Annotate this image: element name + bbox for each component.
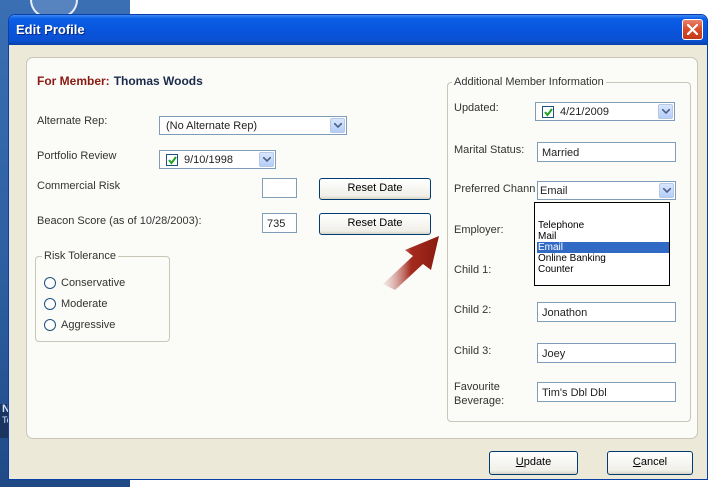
- window-title: Edit Profile: [16, 22, 85, 37]
- dropdown-arrow-button[interactable]: [658, 104, 673, 119]
- title-bar[interactable]: Edit Profile: [9, 15, 707, 45]
- beverage-label-line2: Beverage:: [454, 395, 505, 407]
- portfolio-review-label: Portfolio Review: [37, 150, 117, 162]
- dropdown-arrow-button[interactable]: [330, 118, 345, 133]
- member-heading: For Member: Thomas Woods: [37, 74, 203, 88]
- radio-label-conservative: Conservative: [61, 277, 126, 289]
- member-name: Thomas Woods: [113, 74, 203, 88]
- marital-status-input[interactable]: Married: [537, 142, 676, 162]
- update-label: pdate: [523, 456, 552, 468]
- additional-member-info-label: Additional Member Information: [452, 76, 606, 88]
- updated-date: 4/21/2009: [560, 106, 609, 118]
- radio-label-aggressive: Aggressive: [61, 319, 116, 331]
- beacon-score-label: Beacon Score (as of 10/28/2003):: [37, 215, 202, 227]
- child2-input[interactable]: Jonathon: [537, 302, 676, 322]
- radio-moderate[interactable]: [44, 298, 56, 310]
- preferred-channel-select[interactable]: Email: [537, 181, 676, 200]
- radio-conservative[interactable]: [44, 277, 56, 289]
- dropdown-arrow-button[interactable]: [259, 152, 274, 167]
- risk-tolerance-label: Risk Tolerance: [42, 250, 118, 262]
- chevron-down-icon: [334, 123, 342, 128]
- child3-label: Child 3:: [454, 345, 492, 357]
- preferred-channel-dropdown-list: Telephone Mail Email Online Banking Coun…: [534, 202, 670, 286]
- child3-input[interactable]: Joey: [537, 343, 676, 363]
- chevron-down-icon: [263, 157, 271, 162]
- alternate-rep-label: Alternate Rep:: [37, 115, 108, 127]
- update-button[interactable]: Update: [489, 451, 578, 475]
- marital-status-label: Marital Status:: [454, 144, 525, 156]
- member-label: For Member:: [37, 74, 110, 88]
- chevron-down-icon: [663, 188, 671, 193]
- arrow-annotation-icon: [383, 236, 439, 290]
- updated-label: Updated:: [454, 102, 499, 114]
- reset-date-button-1[interactable]: Reset Date: [319, 178, 431, 200]
- chevron-down-icon: [662, 109, 670, 114]
- portfolio-review-date: 9/10/1998: [184, 154, 233, 166]
- dropdown-option-telephone[interactable]: Telephone: [537, 220, 669, 231]
- portfolio-review-checkbox[interactable]: [166, 154, 178, 166]
- dropdown-option-email[interactable]: Email: [537, 242, 669, 253]
- radio-label-moderate: Moderate: [61, 298, 108, 310]
- dropdown-arrow-button[interactable]: [659, 183, 674, 198]
- updated-date-picker[interactable]: 4/21/2009: [535, 102, 675, 121]
- child2-label: Child 2:: [454, 304, 492, 316]
- cancel-label: ancel: [640, 456, 668, 468]
- alternate-rep-select[interactable]: (No Alternate Rep): [159, 116, 347, 135]
- dropdown-option-online-banking[interactable]: Online Banking: [537, 253, 669, 264]
- close-icon: [687, 24, 698, 35]
- update-mnemonic: U: [515, 456, 524, 468]
- commercial-risk-label: Commercial Risk: [37, 180, 121, 192]
- updated-checkbox[interactable]: [542, 106, 554, 118]
- preferred-channel-value: Email: [540, 185, 568, 197]
- preferred-channel-label: Preferred Chann: [454, 183, 536, 195]
- commercial-risk-input[interactable]: [262, 178, 297, 198]
- dropdown-option-mail[interactable]: Mail: [537, 231, 669, 242]
- dropdown-option-counter[interactable]: Counter: [537, 264, 669, 275]
- child1-label: Child 1:: [454, 264, 492, 276]
- beverage-input[interactable]: Tim's Dbl Dbl: [537, 382, 676, 402]
- cancel-button[interactable]: Cancel: [607, 451, 693, 475]
- checkmark-icon: [544, 108, 553, 117]
- dropdown-option-empty[interactable]: [537, 205, 669, 216]
- radio-aggressive[interactable]: [44, 319, 56, 331]
- beacon-score-input[interactable]: 735: [262, 213, 297, 233]
- edit-profile-window: Edit Profile For Member: Thomas Woods Alt…: [8, 14, 708, 480]
- alternate-rep-value: (No Alternate Rep): [166, 120, 258, 132]
- employer-label: Employer:: [454, 224, 504, 236]
- beverage-label-line1: Favourite: [454, 381, 500, 393]
- close-button[interactable]: [682, 19, 703, 40]
- cancel-mnemonic: C: [632, 456, 641, 468]
- portfolio-review-date-picker[interactable]: 9/10/1998: [159, 150, 276, 169]
- checkmark-icon: [168, 156, 177, 165]
